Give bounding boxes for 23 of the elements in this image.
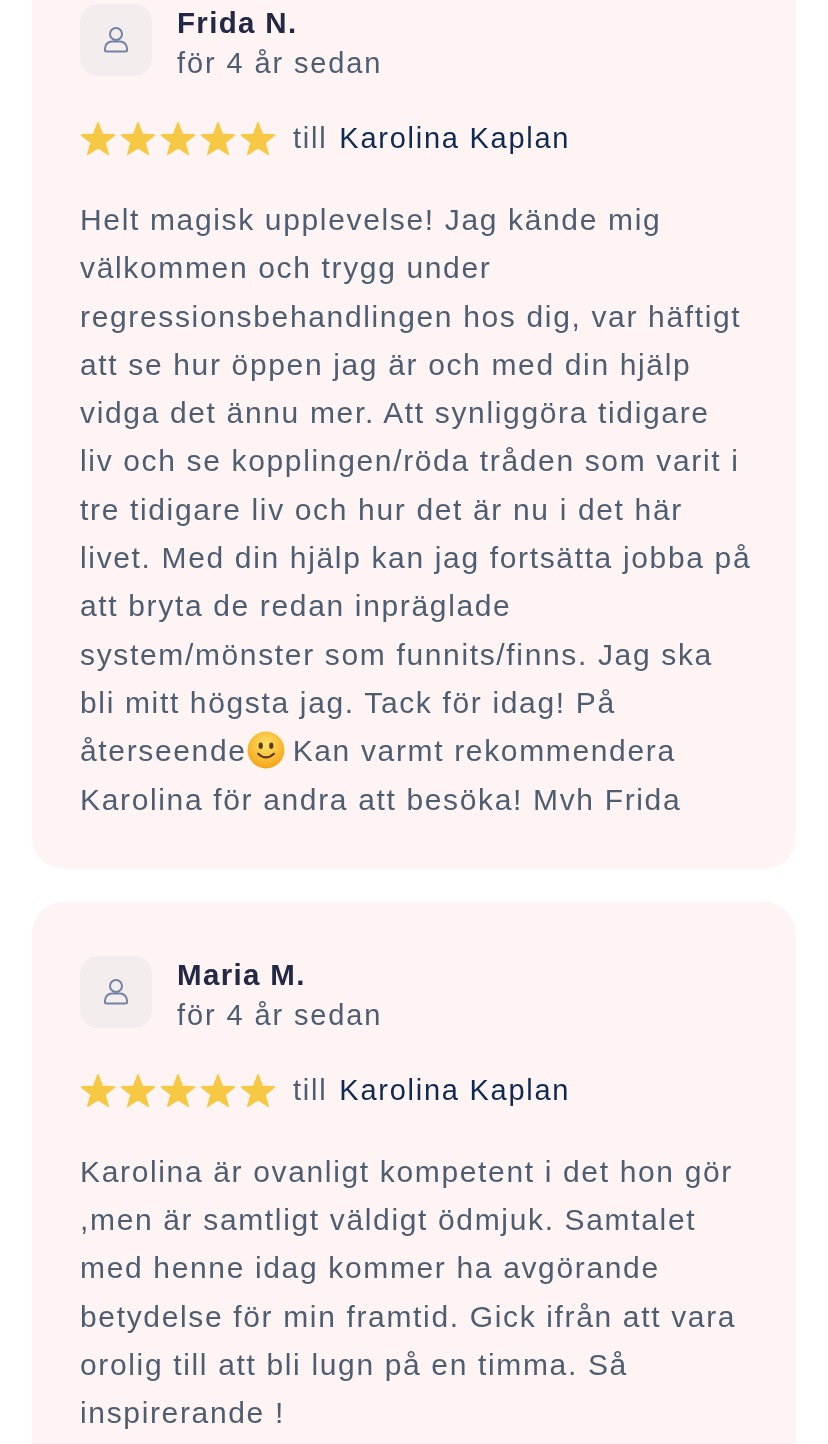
smiley-icon <box>246 731 285 770</box>
star-icon <box>160 121 196 157</box>
star-icon <box>240 1072 276 1109</box>
star-icon <box>160 1072 196 1109</box>
recipient-prefix: till <box>293 121 328 157</box>
star-icon <box>80 121 116 157</box>
star-icon <box>120 1072 156 1109</box>
recipient-link[interactable]: Karolina Kaplan <box>339 1069 571 1113</box>
avatar-icon <box>80 4 152 76</box>
review-time: för 4 år sedan <box>177 997 383 1033</box>
review-text: Helt magisk upplevelse! Jag kände mig välkommen och trygg under regressionsbehandlingen hos dig, var häftigt att se hur öppen jag är och med din hjälp vidga det ännu mer. Att synliggöra tidigare liv och se kopplingen/röda tråden som varit i tre tidigare liv och hur det är nu i det här livet. Med din hjälp kan jag fortsätta jobba på att bryta de redan inpräglade system/mönster som funnits/finns. Jag ska bli mitt högsta jag. Tack för idag! På återseende Kan varmt rekommendera Karolina för andra att besöka! Mvh Frida <box>80 202 752 818</box>
author-name: Frida N. <box>177 5 299 41</box>
recipient-prefix: till <box>293 1073 328 1109</box>
author-name: Maria M. <box>177 956 307 993</box>
star-icon <box>120 121 156 157</box>
avatar-icon <box>80 955 152 1028</box>
star-icon <box>80 1072 116 1109</box>
star-icon <box>200 121 236 157</box>
star-icon <box>200 1072 236 1109</box>
star-icon <box>240 121 276 157</box>
review-time: för 4 år sedan <box>177 46 383 81</box>
recipient-link[interactable]: Karolina Kaplan <box>339 117 571 161</box>
review-text: Karolina är ovanligt kompetent i det hon gör ,men är samtligt väldigt ödmjuk. Samtalet med henne idag kommer ha avgörande betydelse för min framtid. Gick ifrån att vara orolig till att bli lugn på en timma. Så inspirerande ! <box>80 1153 738 1432</box>
